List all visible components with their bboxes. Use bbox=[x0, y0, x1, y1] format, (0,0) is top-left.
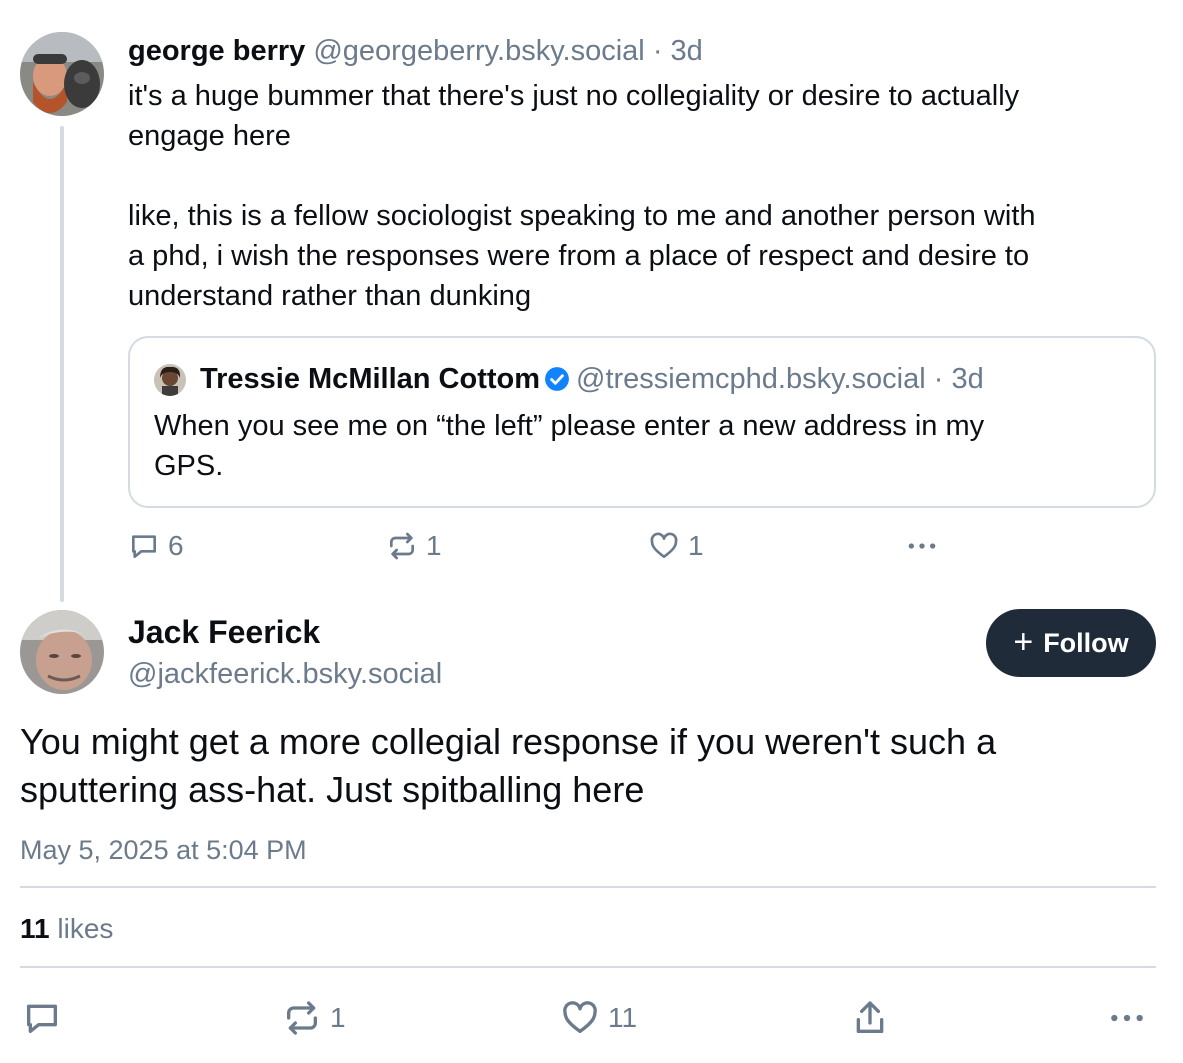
like-count: 1 bbox=[688, 530, 704, 561]
heart-icon bbox=[650, 532, 678, 558]
post-body: it's a huge bummer that there's just no … bbox=[128, 76, 1148, 316]
more-options-button[interactable] bbox=[906, 526, 938, 566]
divider-top bbox=[20, 886, 1156, 888]
reply-like-button[interactable]: 11 bbox=[560, 998, 637, 1038]
repost-count: 1 bbox=[426, 530, 442, 561]
reply-count: 6 bbox=[168, 530, 184, 561]
quoted-post-card[interactable]: Tressie McMillan Cottom @tressiemcphd.bs… bbox=[128, 336, 1156, 508]
repost-icon bbox=[287, 1001, 317, 1035]
divider-bottom bbox=[20, 966, 1156, 968]
share-icon bbox=[856, 1001, 884, 1033]
post-paragraph-1: it's a huge bummer that there's just no … bbox=[128, 80, 1020, 152]
repost-icon bbox=[390, 532, 414, 560]
post-actions-bar: 6 1 1 bbox=[0, 526, 1183, 566]
avatar-photo-tressie bbox=[154, 364, 186, 396]
ellipsis-icon bbox=[908, 543, 936, 549]
quoted-post-body: When you see me on “the left” please ent… bbox=[154, 410, 985, 482]
share-button[interactable] bbox=[850, 998, 890, 1038]
reply-more-options-button[interactable] bbox=[1108, 998, 1146, 1038]
author-name[interactable]: george berry bbox=[128, 35, 305, 67]
header-separator: · bbox=[652, 35, 663, 67]
ellipsis-icon bbox=[1111, 1014, 1143, 1022]
reply-repost-button[interactable]: 1 bbox=[282, 998, 346, 1038]
likes-summary[interactable]: 11 likes bbox=[20, 910, 113, 948]
reply-like-count: 11 bbox=[608, 1002, 638, 1033]
reply-author-name[interactable]: Jack Feerick bbox=[128, 612, 320, 652]
likes-count: 11 bbox=[20, 913, 50, 944]
reply-reply-button[interactable] bbox=[22, 998, 62, 1038]
avatar-george-berry[interactable] bbox=[20, 32, 104, 116]
reply-actions-bar: 1 11 bbox=[0, 998, 1183, 1038]
reply-author-handle[interactable]: @jackfeerick.bsky.social bbox=[128, 654, 442, 694]
verified-check-icon bbox=[545, 367, 569, 391]
likes-label: likes bbox=[57, 913, 114, 944]
avatar-photo-george bbox=[20, 32, 104, 116]
speech-bubble-icon bbox=[27, 1004, 57, 1033]
repost-button[interactable]: 1 bbox=[386, 526, 442, 566]
follow-button[interactable]: + Follow bbox=[986, 609, 1156, 677]
quoted-post-header: Tressie McMillan Cottom @tressiemcphd.bs… bbox=[200, 360, 984, 398]
reply-repost-count: 1 bbox=[330, 1002, 346, 1033]
post-header: george berry @georgeberry.bsky.social · … bbox=[128, 32, 703, 70]
avatar-tressie bbox=[154, 364, 186, 396]
like-button[interactable]: 1 bbox=[648, 526, 704, 566]
quoted-post-age: 3d bbox=[951, 363, 984, 395]
post-age[interactable]: 3d bbox=[671, 35, 703, 67]
plus-icon: + bbox=[1013, 622, 1034, 661]
follow-label: Follow bbox=[1043, 627, 1129, 658]
quoted-header-separator: · bbox=[933, 363, 944, 395]
quoted-author-name[interactable]: Tressie McMillan Cottom bbox=[200, 363, 540, 395]
reply-button[interactable]: 6 bbox=[128, 526, 184, 566]
avatar-photo-jack bbox=[20, 610, 104, 694]
reply-body: You might get a more collegial response … bbox=[20, 721, 997, 810]
post-paragraph-2: like, this is a fellow sociologist speak… bbox=[128, 200, 1036, 312]
avatar-jack-feerick[interactable] bbox=[20, 610, 104, 694]
speech-bubble-icon bbox=[132, 535, 156, 558]
reply-timestamp: May 5, 2025 at 5:04 PM bbox=[20, 835, 307, 865]
author-handle[interactable]: @georgeberry.bsky.social bbox=[313, 35, 644, 67]
heart-icon bbox=[563, 1001, 597, 1033]
quoted-author-handle[interactable]: @tressiemcphd.bsky.social bbox=[576, 363, 926, 395]
